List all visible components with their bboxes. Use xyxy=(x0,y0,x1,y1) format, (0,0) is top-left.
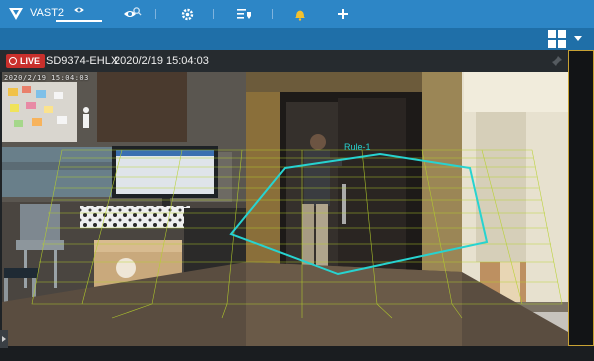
expand-panel-button[interactable] xyxy=(0,330,8,348)
live-badge: LIVE xyxy=(6,54,46,68)
camera-datetime: 2020/2/19 15:04:03 xyxy=(114,55,209,67)
search-icon xyxy=(132,6,142,16)
camera-scene xyxy=(2,72,568,346)
camera-video-feed[interactable]: Rule-1 xyxy=(2,72,568,346)
live-label: LIVE xyxy=(20,56,41,66)
bottom-bar xyxy=(0,346,594,361)
toolbar-separator xyxy=(155,9,156,19)
layout-dropdown-caret-icon[interactable] xyxy=(574,36,582,41)
tab-live-view[interactable] xyxy=(56,0,102,22)
eye-icon xyxy=(74,7,84,13)
bell-icon[interactable] xyxy=(291,5,309,23)
toolbar-separator xyxy=(272,9,273,19)
toolbar-separator xyxy=(213,9,214,19)
video-overlay-timestamp: 2020/2/19 15:04:03 xyxy=(4,74,89,82)
gear-icon[interactable] xyxy=(178,5,196,23)
vast-logo-icon xyxy=(9,8,23,20)
layout-grid-icon[interactable] xyxy=(548,30,566,48)
rule-label: Rule-1 xyxy=(344,142,371,152)
camera-name: SD9374-EHLX xyxy=(46,55,119,67)
plus-icon[interactable] xyxy=(334,5,352,23)
pin-icon[interactable] xyxy=(551,55,563,67)
event-list-icon[interactable] xyxy=(235,5,253,23)
chevron-right-icon xyxy=(2,336,6,342)
live-record-icon xyxy=(9,57,17,65)
side-panel xyxy=(568,50,594,346)
tab-search[interactable] xyxy=(122,0,152,22)
tab-bar xyxy=(0,28,594,50)
